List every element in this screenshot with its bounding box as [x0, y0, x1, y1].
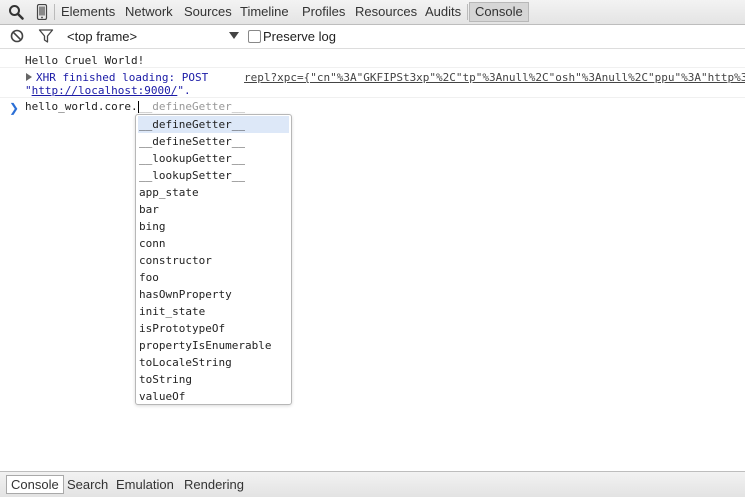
autocomplete-item[interactable]: __defineGetter__ — [138, 116, 289, 133]
autocomplete-item[interactable]: valueOf — [138, 388, 289, 405]
filter-icon[interactable] — [38, 28, 54, 44]
tab-audits[interactable]: Audits — [425, 3, 461, 21]
xhr-message-label: XHR finished loading: POST — [36, 71, 209, 84]
autocomplete-item[interactable]: propertyIsEnumerable — [138, 337, 289, 354]
autocomplete-item[interactable]: toString — [138, 371, 289, 388]
xhr-url: "http://localhost:9000/". — [25, 84, 191, 97]
drawer-tab-rendering[interactable]: Rendering — [184, 476, 244, 493]
message-divider — [0, 97, 745, 98]
tab-profiles[interactable]: Profiles — [302, 3, 345, 21]
autocomplete-item[interactable]: constructor — [138, 252, 289, 269]
drawer-tab-search[interactable]: Search — [67, 476, 108, 493]
prompt-chevron-icon: ❯ — [9, 101, 20, 115]
autocomplete-item[interactable]: app_state — [138, 184, 289, 201]
autocomplete-item[interactable]: bar — [138, 201, 289, 218]
drawer-tabbar: Console Search Emulation Rendering — [0, 471, 745, 497]
console-filter-bar: <top frame> Preserve log — [0, 25, 745, 49]
autocomplete-item[interactable]: isPrototypeOf — [138, 320, 289, 337]
autocomplete-item[interactable]: __defineSetter__ — [138, 133, 289, 150]
autocomplete-item[interactable]: foo — [138, 269, 289, 286]
console-message: Hello Cruel World! — [25, 54, 145, 67]
autocomplete-item[interactable]: toLocaleString — [138, 354, 289, 371]
autocomplete-item[interactable]: hasOwnProperty — [138, 286, 289, 303]
preserve-log-checkbox[interactable] — [248, 30, 261, 43]
source-link[interactable]: repl?xpc={"cn"%3A"GKFIPSt3xp"%2C"tp"%3An… — [244, 71, 745, 84]
device-mode-icon[interactable] — [34, 3, 50, 21]
search-icon[interactable] — [8, 4, 24, 20]
message-divider — [0, 67, 745, 68]
chevron-down-icon[interactable] — [229, 32, 239, 39]
xhr-url-link[interactable]: http://localhost:9000/ — [32, 84, 178, 97]
tab-sources[interactable]: Sources — [184, 3, 232, 21]
autocomplete-item[interactable]: __lookupSetter__ — [138, 167, 289, 184]
autocomplete-item[interactable]: conn — [138, 235, 289, 252]
prompt-ghost-suggestion: __defineGetter__ — [139, 100, 245, 113]
tab-timeline[interactable]: Timeline — [240, 3, 289, 21]
console-prompt-input[interactable]: hello_world.core. — [25, 100, 138, 113]
devtools-toolbar: Elements Network Sources Timeline Profil… — [0, 0, 745, 25]
tab-elements[interactable]: Elements — [61, 3, 115, 21]
frame-select[interactable]: <top frame> — [67, 29, 137, 44]
preserve-log-label[interactable]: Preserve log — [263, 29, 336, 44]
autocomplete-popup: __defineGetter__ __defineSetter__ __lookup… — [135, 114, 292, 405]
tab-network[interactable]: Network — [125, 3, 173, 21]
clear-console-icon[interactable] — [9, 28, 25, 44]
tab-console[interactable]: Console — [469, 2, 529, 22]
toolbar-divider — [467, 4, 468, 20]
toolbar-divider — [54, 4, 55, 20]
drawer-tab-console[interactable]: Console — [6, 475, 64, 494]
drawer-tab-emulation[interactable]: Emulation — [116, 476, 174, 493]
expand-triangle-icon[interactable] — [26, 73, 32, 81]
autocomplete-item[interactable]: __lookupGetter__ — [138, 150, 289, 167]
autocomplete-item[interactable]: init_state — [138, 303, 289, 320]
autocomplete-item[interactable]: bing — [138, 218, 289, 235]
tab-resources[interactable]: Resources — [355, 3, 417, 21]
